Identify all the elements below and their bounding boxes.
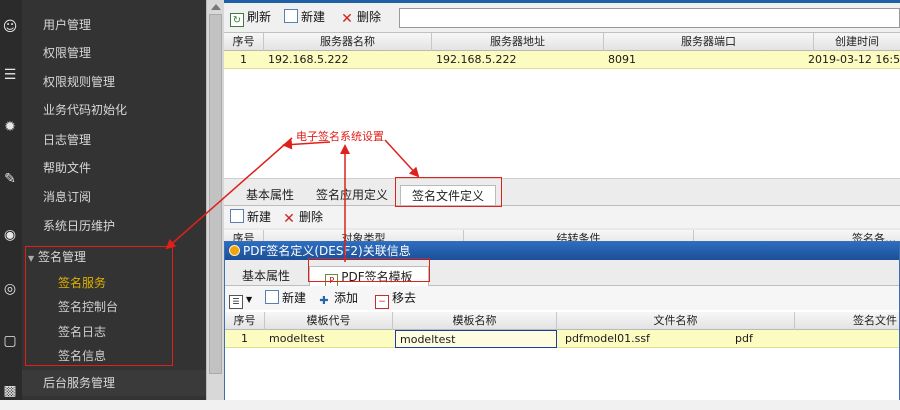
sidebar-item-label: 业务代码初始化: [43, 103, 128, 117]
add-icon: ✚: [319, 294, 329, 307]
template-grid-header: 序号 模板代号 模板名称 文件名称 签名文件: [225, 312, 899, 330]
dialog-toolbar: ☰ ▼ 新建 ✚ 添加 − 移去: [225, 286, 899, 310]
sidebar-item-log-management[interactable]: 日志管理: [22, 127, 206, 153]
new-file-icon: [284, 9, 298, 23]
sidebar-item-user-management[interactable]: 用户管理: [22, 12, 206, 38]
scroll-up-icon[interactable]: [211, 4, 221, 10]
bottom-margin: [0, 400, 900, 410]
scrollbar-thumb[interactable]: [209, 14, 222, 374]
detail-delete-button[interactable]: ✕ 删除: [282, 208, 323, 226]
column-header[interactable]: 模板代号: [265, 312, 393, 330]
column-header[interactable]: 模板名称: [393, 312, 557, 330]
chevron-down-icon: ▼: [246, 295, 253, 304]
server-grid: 序号 服务器名称 服务器地址 服务器端口 创建时间 1 192.168.5.22…: [224, 32, 900, 178]
main-toolbar: ↻ 刷新 新建 ✕ 删除: [224, 0, 900, 32]
template-grid: 序号 模板代号 模板名称 文件名称 签名文件 1 modeltest model…: [225, 310, 899, 400]
dialog-tab-basic-properties[interactable]: 基本属性: [235, 266, 297, 286]
table-cell: 2019-03-12 16:5: [808, 53, 900, 66]
table-cell: pdfmodel01.ssf: [565, 332, 650, 345]
annotation-box-sidebar: [25, 246, 173, 366]
new-file-icon: [265, 290, 279, 304]
sidebar-item-label: 后台服务管理: [43, 376, 116, 390]
grid-menu-button[interactable]: ☰ ▼: [229, 289, 253, 309]
column-header[interactable]: 服务器端口: [604, 33, 814, 51]
window-icon[interactable]: ▢: [1, 332, 19, 350]
sidebar-item-label: 用户管理: [43, 18, 92, 32]
delete-button[interactable]: ✕ 删除: [340, 8, 381, 26]
sidebar-item-help-files[interactable]: 帮助文件: [22, 155, 206, 181]
column-header[interactable]: 服务器名称: [264, 33, 432, 51]
database-icon[interactable]: ☰: [1, 66, 19, 84]
refresh-button[interactable]: ↻ 刷新: [230, 8, 271, 27]
column-header[interactable]: 文件名称: [557, 312, 795, 330]
column-header[interactable]: 创建时间: [814, 33, 900, 51]
detail-tabs: 基本属性 签名应用定义 签名文件定义: [224, 178, 900, 206]
annotation-box-dialog-tab: [308, 258, 430, 282]
delete-icon: ✕: [283, 211, 295, 227]
table-cell: 1: [241, 332, 248, 345]
new-file-icon: [230, 209, 244, 223]
dialog-title: PDF签名定义(DESF2)关联信息: [243, 244, 411, 258]
users-icon[interactable]: ☺: [1, 18, 19, 36]
rule-grid-header: 序号 对象类型 结转条件 签名各…: [224, 228, 900, 242]
sidebar-item-label: 权限规则管理: [43, 75, 116, 89]
pen-icon[interactable]: ✎: [1, 170, 19, 188]
annotation-box-tab: [395, 177, 502, 207]
table-cell-editing[interactable]: modeltest: [395, 330, 557, 348]
sidebar-item-backend-service[interactable]: 后台服务管理: [22, 370, 206, 396]
chart-icon[interactable]: ▩: [1, 382, 19, 400]
dialog-add-button[interactable]: ✚ 添加: [317, 289, 358, 307]
sidebar-item-calendar-maintenance[interactable]: 系统日历维护: [22, 213, 206, 239]
tab-basic-properties[interactable]: 基本属性: [238, 185, 302, 205]
refresh-icon: ↻: [230, 13, 244, 27]
tab-signature-app-definition[interactable]: 签名应用定义: [310, 185, 394, 205]
dialog-new-button[interactable]: 新建: [265, 289, 306, 307]
table-row[interactable]: 1 modeltest modeltest pdfmodel01.ssf pdf: [225, 330, 899, 348]
sidebar-scrollbar[interactable]: [206, 0, 224, 400]
delete-icon: ✕: [341, 11, 353, 27]
at-icon[interactable]: ◎: [1, 280, 19, 298]
grid-menu-icon: ☰: [229, 295, 243, 309]
new-button[interactable]: 新建: [284, 8, 325, 26]
disc-icon[interactable]: ◉: [1, 226, 19, 244]
icon-strip: ☺ ☰ ✹ ✎ ◉ ◎ ▢ ▩: [0, 0, 22, 400]
table-row[interactable]: 1 192.168.5.222 192.168.5.222 8091 2019-…: [224, 51, 900, 69]
remove-icon: −: [375, 295, 389, 309]
sidebar-item-label: 日志管理: [43, 133, 92, 147]
annotation-label: 电子签名系统设置: [296, 130, 384, 143]
detail-new-button[interactable]: 新建: [230, 208, 271, 226]
table-cell: 192.168.5.222: [268, 53, 349, 66]
column-header[interactable]: 服务器地址: [432, 33, 604, 51]
table-cell: 192.168.5.222: [436, 53, 517, 66]
sidebar-item-message-subscription[interactable]: 消息订阅: [22, 184, 206, 210]
sidebar-item-permission-rules[interactable]: 权限规则管理: [22, 69, 206, 95]
table-cell: 8091: [608, 53, 636, 66]
dialog-remove-button[interactable]: − 移去: [375, 289, 416, 309]
sidebar-item-label: 系统日历维护: [43, 219, 116, 233]
server-grid-header: 序号 服务器名称 服务器地址 服务器端口 创建时间: [224, 33, 900, 51]
sidebar-item-business-code-init[interactable]: 业务代码初始化: [22, 97, 206, 123]
gear-icon[interactable]: ✹: [1, 118, 19, 136]
dialog-app-icon: [229, 245, 240, 256]
column-header[interactable]: 序号: [224, 33, 264, 51]
sidebar-item-label: 帮助文件: [43, 161, 92, 175]
sidebar-item-label: 权限管理: [43, 46, 92, 60]
sidebar-item-label: 消息订阅: [43, 190, 92, 204]
table-cell: pdf: [735, 332, 753, 345]
detail-toolbar: 新建 ✕ 删除: [224, 206, 900, 228]
search-input[interactable]: [399, 8, 900, 28]
sidebar-item-permission-management[interactable]: 权限管理: [22, 40, 206, 66]
column-header[interactable]: 序号: [225, 312, 265, 330]
table-cell: modeltest: [269, 332, 325, 345]
table-cell: 1: [240, 53, 247, 66]
column-header[interactable]: 签名文件: [795, 312, 899, 330]
